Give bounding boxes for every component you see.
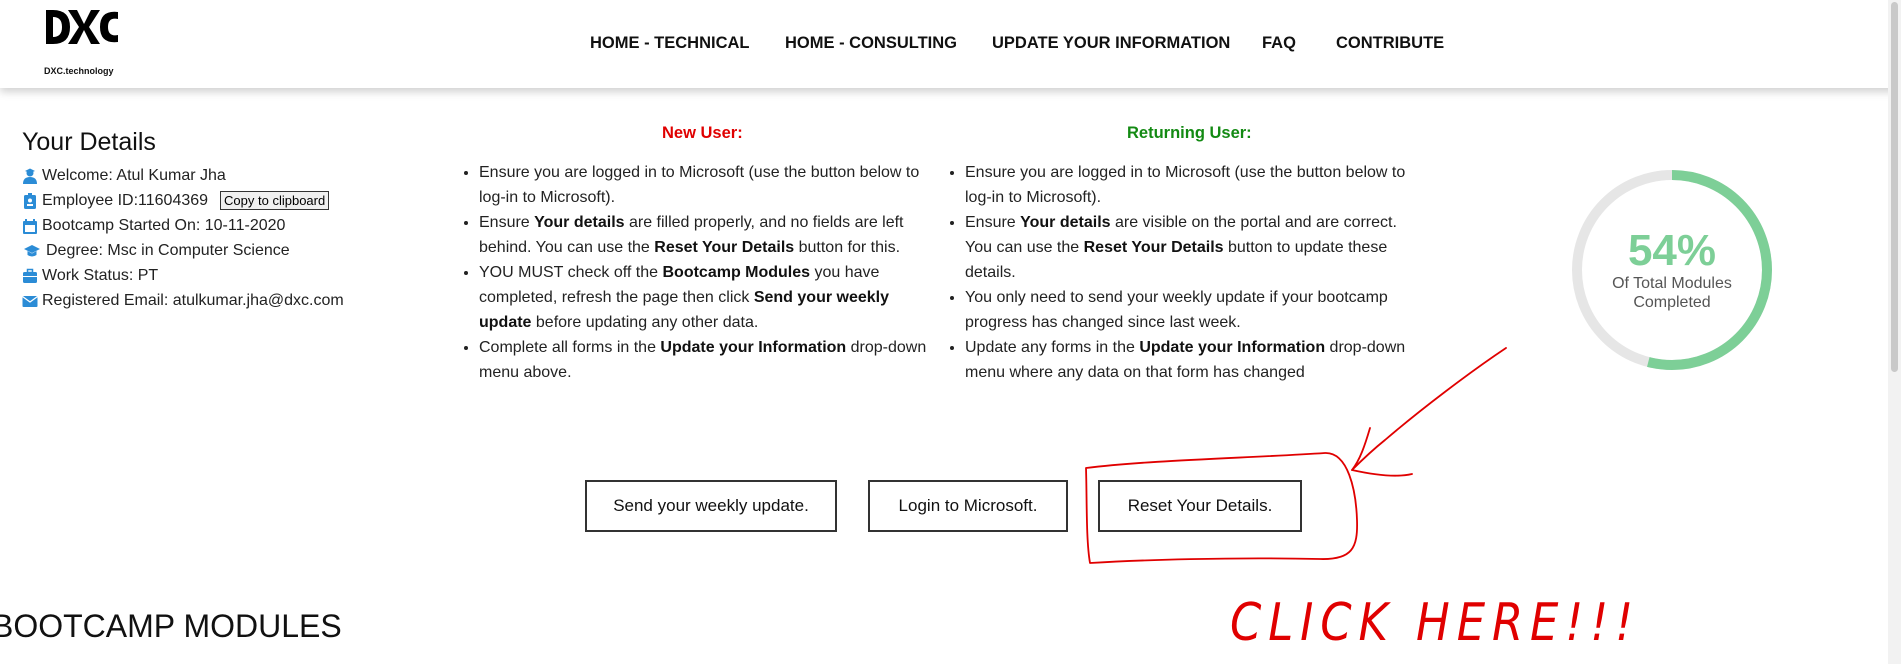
welcome-text: Welcome: Atul Kumar Jha [42,166,226,184]
instruction-emphasis: Your details [534,214,625,231]
reset-your-details-button[interactable]: Reset Your Details. [1098,480,1302,532]
copy-to-clipboard-button[interactable]: Copy to clipboard [220,191,330,210]
nav-contribute[interactable]: CONTRIBUTE [1336,34,1444,53]
send-weekly-update-button[interactable]: Send your weekly update. [585,480,837,532]
instruction-item: Update any forms in the Update your Info… [965,335,1415,385]
instruction-text: before updating any other data. [531,314,759,331]
modules-progress-circle: 54% Of Total Modules Completed [1572,170,1772,370]
bootcamp-started-text: Bootcamp Started On: 10-11-2020 [42,216,286,234]
employee-id-text: Employee ID:11604369 [42,191,209,209]
instruction-item: Ensure you are logged in to Microsoft (u… [965,160,1415,210]
logo-caption: DXC.technology [44,66,114,76]
instruction-text: Complete all forms in the [479,339,661,356]
instruction-item: Complete all forms in the Update your In… [479,335,939,385]
degree-row: Degree: Msc in Computer Science [22,238,344,263]
nav-update-your-information[interactable]: UPDATE YOUR INFORMATION [992,34,1230,53]
nav-home-technical[interactable]: HOME - TECHNICAL [590,34,750,53]
annotation-text: CLICK HERE!!! [1230,593,1640,653]
your-details-panel: Your Details Welcome: Atul Kumar Jha Emp… [22,128,344,313]
id-badge-icon [24,192,36,209]
dxc-logo[interactable]: DXC.technology [44,6,124,82]
instruction-item: Ensure you are logged in to Microsoft (u… [479,160,939,210]
instruction-text: Ensure you are logged in to Microsoft (u… [965,164,1406,206]
progress-label: Of Total Modules Completed [1612,275,1732,311]
instruction-text: Ensure [479,214,535,231]
instruction-text: button for this. [794,239,901,256]
envelope-icon [22,295,38,307]
calendar-icon [23,218,37,234]
new-user-heading: New User: [662,124,743,142]
instruction-emphasis: Update your Information [1139,339,1326,356]
email-text: Registered Email: atulkumar.jha@dxc.com [42,291,344,309]
instruction-emphasis: Bootcamp Modules [662,264,811,281]
instruction-item: Ensure Your details are filled properly,… [479,210,939,260]
login-to-microsoft-button[interactable]: Login to Microsoft. [868,480,1068,532]
instruction-emphasis: Reset Your Details [1083,239,1224,256]
top-header: DXC.technology HOME - TECHNICAL HOME - C… [0,0,1901,88]
instruction-item: Ensure Your details are visible on the p… [965,210,1415,285]
employee-id-row: Employee ID:11604369 Copy to clipboard [22,188,344,213]
work-status-text: Work Status: PT [42,266,159,284]
instruction-text: You only need to send your weekly update… [965,289,1388,331]
instruction-item: YOU MUST check off the Bootcamp Modules … [479,260,939,335]
bootcamp-modules-title: BOOTCAMP MODULES [0,608,342,644]
briefcase-icon [23,268,37,283]
instruction-text: Update any forms in the [965,339,1140,356]
returning-user-heading: Returning User: [1127,124,1252,142]
instruction-emphasis: Reset Your Details [654,239,795,256]
instruction-text: Ensure [965,214,1021,231]
instruction-emphasis: Update your Information [660,339,847,356]
graduation-cap-icon [24,244,40,256]
instruction-text: Ensure you are logged in to Microsoft (u… [479,164,920,206]
instruction-emphasis: Your details [1020,214,1111,231]
annotation-arrow-head [1351,427,1413,477]
welcome-row: Welcome: Atul Kumar Jha [22,163,344,188]
page-scrollbar[interactable] [1888,0,1901,664]
nav-faq[interactable]: FAQ [1262,34,1296,53]
degree-text: Degree: Msc in Computer Science [46,241,290,259]
progress-percent: 54% [1627,226,1717,275]
email-row: Registered Email: atulkumar.jha@dxc.com [22,288,344,313]
user-graduate-icon [23,168,37,184]
new-user-instructions: Ensure you are logged in to Microsoft (u… [459,160,939,385]
scrollbar-thumb[interactable] [1891,2,1898,372]
your-details-title: Your Details [22,128,156,156]
instruction-item: You only need to send your weekly update… [965,285,1415,335]
dxc-logo-icon [46,10,118,44]
returning-user-instructions: Ensure you are logged in to Microsoft (u… [945,160,1415,385]
nav-home-consulting[interactable]: HOME - CONSULTING [785,34,957,53]
work-status-row: Work Status: PT [22,263,344,288]
instruction-text: YOU MUST check off the [479,264,663,281]
bootcamp-started-row: Bootcamp Started On: 10-11-2020 [22,213,344,238]
